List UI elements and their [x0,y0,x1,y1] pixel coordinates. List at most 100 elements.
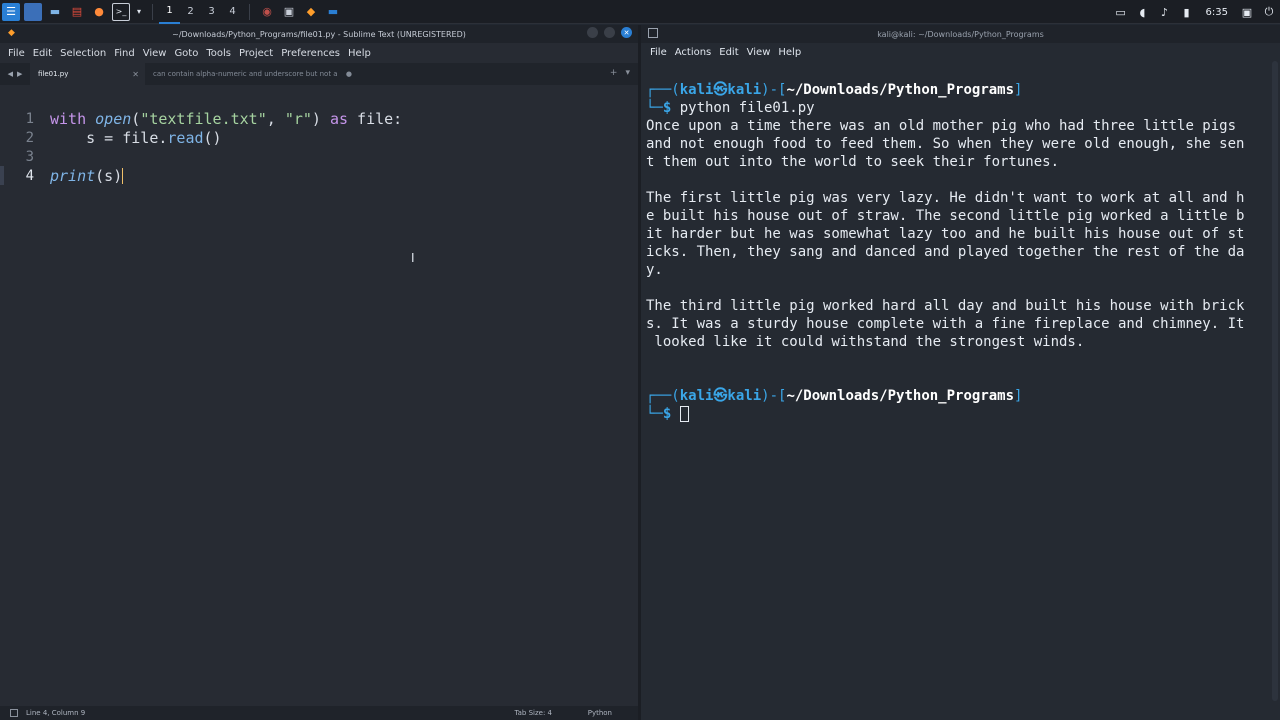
tab-file01[interactable]: file01.py ✕ [30,63,145,85]
sublime-task-icon[interactable]: ◆ [302,3,320,21]
menu-view[interactable]: View [747,47,771,58]
current-line-marker [0,166,4,185]
close-icon[interactable]: ✕ [132,70,139,79]
menu-edit[interactable]: Edit [33,48,52,59]
line-number: 4 [25,167,34,184]
prompt-line: ┌──(kali㉿kali)-[~/Downloads/Python_Progr… [646,82,1023,98]
code-line-current: 4 print(s) [0,166,600,185]
chevron-left-icon[interactable]: ◀ [8,70,13,78]
menu-selection[interactable]: Selection [60,48,106,59]
text-editor-icon[interactable]: ▤ [68,3,86,21]
menu-find[interactable]: Find [114,48,135,59]
output-line: t them out into the world to seek their … [646,154,1060,170]
output-line: y. [646,262,663,278]
battery-icon[interactable]: ▮ [1176,0,1198,24]
volume-icon[interactable]: ◖ [1132,0,1154,24]
power-icon[interactable]: ⏻ [1258,0,1280,24]
menu-tools[interactable]: Tools [206,48,231,59]
menu-project[interactable]: Project [239,48,273,59]
code-line: 1 with open("textfile.txt", "r") as file… [0,109,600,128]
taskbar-separator [249,3,250,20]
command-line: └─$ python file01.py [646,100,815,116]
chevron-down-icon[interactable]: ▾ [625,68,630,78]
window-task-icon[interactable]: ▬ [324,3,342,21]
file-manager-icon[interactable]: ▬ [46,3,64,21]
tab-untitled[interactable]: can contain alpha-numeric and underscore… [145,63,360,85]
chevron-down-icon[interactable]: ▾ [134,3,144,21]
workspace-4[interactable]: 4 [222,0,243,24]
display-icon[interactable]: ▭ [1110,0,1132,24]
output-line: e built his house out of straw. The seco… [646,208,1245,224]
output-line: icks. Then, they sang and danced and pla… [646,244,1245,260]
sublime-app-icon: ◆ [8,28,15,38]
notification-bell-icon[interactable]: ♪ [1154,0,1176,24]
clock[interactable]: 6:35 [1206,7,1228,18]
menu-preferences[interactable]: Preferences [281,48,340,59]
menu-view[interactable]: View [143,48,167,59]
code-text: with open("textfile.txt", "r") as file: [50,109,403,128]
prompt-line: ┌──(kali㉿kali)-[~/Downloads/Python_Progr… [646,388,1023,404]
sublime-tab-bar: ◀ ▶ file01.py ✕ can contain alpha-numeric… [0,63,638,85]
minimize-button[interactable] [587,27,598,38]
terminal-window: kali@kali: ~/Downloads/Python_Programs F… [641,25,1280,720]
output-line: it harder but he was somewhat lazy too a… [646,226,1245,242]
terminal-output[interactable]: ┌──(kali㉿kali)-[~/Downloads/Python_Progr… [646,81,1266,423]
menu-file[interactable]: File [8,48,25,59]
close-icon: ✕ [623,28,630,37]
input-line[interactable]: └─$ [646,405,1266,423]
mouse-ibeam-cursor-icon: I [411,251,415,265]
lock-icon[interactable]: ▣ [1236,0,1258,24]
firefox-icon[interactable]: ● [90,3,108,21]
close-button[interactable]: ✕ [621,27,632,38]
terminal-title-bar: kali@kali: ~/Downloads/Python_Programs [641,25,1280,43]
workspace-2[interactable]: 2 [180,0,201,24]
output-line: Once upon a time there was an old mother… [646,118,1237,134]
terminal-scrollbar[interactable] [1272,61,1278,701]
desktop-icon[interactable] [24,2,42,21]
app-task-icon[interactable]: ◉ [258,3,276,21]
menu-goto[interactable]: Goto [174,48,198,59]
code-text: s = file.read() [50,128,222,147]
kali-menu-icon[interactable]: ☰ [2,2,20,21]
output-line: The first little pig was very lazy. He d… [646,190,1245,206]
menu-help[interactable]: Help [348,48,371,59]
terminal-window-title: kali@kali: ~/Downloads/Python_Programs [877,29,1044,39]
unsaved-dot-icon[interactable]: ● [346,70,352,78]
menu-file[interactable]: File [650,47,667,58]
sublime-status-bar: Line 4, Column 9 Tab Size: 4 Python [0,706,638,720]
syntax-setting[interactable]: Python [588,709,612,717]
menu-edit[interactable]: Edit [719,47,738,58]
plus-icon[interactable]: + [610,68,618,78]
maximize-button[interactable] [604,27,615,38]
sublime-menu-bar: File Edit Selection Find View Goto Tools… [0,43,638,63]
tab-navigation[interactable]: ◀ ▶ [0,70,30,78]
taskbar-separator [152,3,153,20]
tab-label: can contain alpha-numeric and underscore… [153,70,338,78]
menu-actions[interactable]: Actions [675,47,712,58]
line-number: 2 [25,129,34,146]
tab-label: file01.py [38,70,69,78]
workspace-3[interactable]: 3 [201,0,222,24]
text-cursor [122,168,124,184]
code-line: 3 [0,147,600,166]
panel-toggle-icon[interactable] [10,709,18,717]
output-line: and not enough food to feed them. So whe… [646,136,1245,152]
workspace-1[interactable]: 1 [159,0,180,24]
tab-size-setting[interactable]: Tab Size: 4 [515,709,552,717]
chevron-right-icon[interactable]: ▶ [17,70,22,78]
cursor-position: Line 4, Column 9 [26,709,86,717]
terminal-cursor [679,406,689,422]
sublime-window-title: ~/Downloads/Python_Programs/file01.py - … [172,29,466,39]
terminal-task-icon[interactable]: ▣ [280,3,298,21]
output-line: The third little pig worked hard all day… [646,298,1245,314]
terminal-menu-bar: File Actions Edit View Help [641,43,1280,61]
menu-help[interactable]: Help [778,47,801,58]
terminal-app-icon [648,28,658,38]
output-line: s. It was a sturdy house complete with a… [646,316,1245,332]
terminal-icon[interactable]: >_ [112,2,130,21]
code-editor[interactable]: 1 with open("textfile.txt", "r") as file… [0,109,638,707]
line-number: 1 [25,110,34,127]
